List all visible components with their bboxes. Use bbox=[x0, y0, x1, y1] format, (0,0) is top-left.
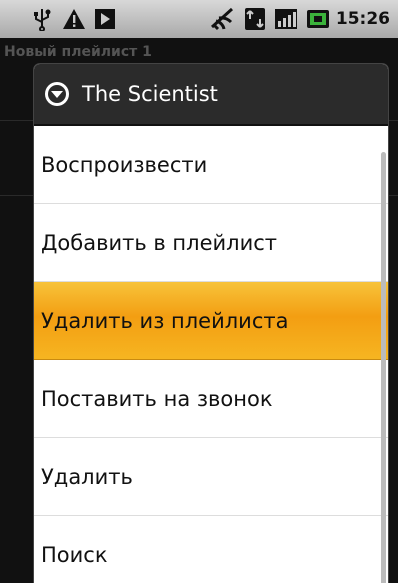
menu-item-set-as-ringtone[interactable]: Поставить на звонок bbox=[34, 360, 388, 438]
background-title: Новый плейлист 1 bbox=[4, 44, 152, 60]
warning-icon bbox=[62, 8, 86, 30]
play-icon bbox=[94, 8, 116, 30]
menu-item-label: Поставить на звонок bbox=[41, 386, 273, 411]
scrollbar[interactable] bbox=[381, 152, 386, 583]
dialog-title: The Scientist bbox=[82, 82, 218, 106]
menu-item-label: Добавить в плейлист bbox=[41, 230, 278, 255]
menu-list: Воспроизвести Добавить в плейлист Удалит… bbox=[34, 126, 388, 583]
context-menu-dialog: The Scientist Воспроизвести Добавить в п… bbox=[34, 64, 388, 583]
clock: 15:26 bbox=[335, 9, 390, 29]
menu-item-delete[interactable]: Удалить bbox=[34, 438, 388, 516]
signal-icon bbox=[274, 8, 298, 30]
menu-item-play[interactable]: Воспроизвести bbox=[34, 126, 388, 204]
battery-icon bbox=[306, 8, 330, 30]
dropdown-icon bbox=[44, 81, 70, 107]
menu-item-add-to-playlist[interactable]: Добавить в плейлист bbox=[34, 204, 388, 282]
menu-item-label: Удалить из плейлиста bbox=[41, 308, 289, 333]
data-icon bbox=[244, 7, 266, 31]
menu-item-search[interactable]: Поиск bbox=[34, 516, 388, 583]
dialog-header: The Scientist bbox=[34, 64, 388, 126]
menu-item-remove-from-playlist[interactable]: Удалить из плейлиста bbox=[34, 282, 388, 360]
usb-icon bbox=[30, 7, 54, 31]
menu-item-label: Поиск bbox=[41, 542, 108, 567]
menu-item-label: Воспроизвести bbox=[41, 152, 208, 177]
menu-item-label: Удалить bbox=[41, 464, 133, 489]
wifi-icon bbox=[210, 7, 236, 31]
status-bar: 15:26 bbox=[0, 0, 398, 38]
